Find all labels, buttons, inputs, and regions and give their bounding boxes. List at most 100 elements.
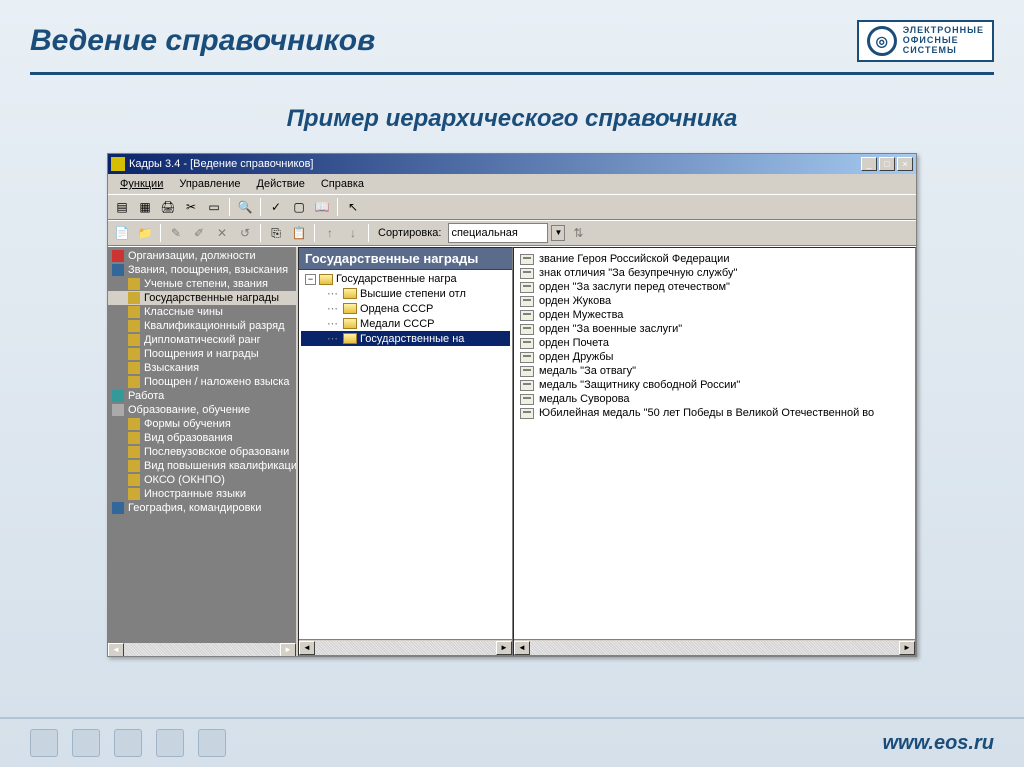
list-item[interactable]: орден "За военные заслуги" — [518, 322, 911, 336]
subtree-item-label: Высшие степени отл — [360, 288, 466, 300]
tree-node-label: Образование, обучение — [128, 404, 250, 416]
subtree-item[interactable]: ⋯Ордена СССР — [301, 301, 510, 316]
tool-up-icon[interactable]: ↑ — [320, 223, 340, 243]
menu-functions[interactable]: Функции — [112, 176, 171, 192]
tool-newfolder-icon[interactable]: 📁 — [135, 223, 155, 243]
tree-node-icon — [112, 264, 124, 276]
tool-down-icon[interactable]: ↓ — [343, 223, 363, 243]
tool-delete-icon[interactable]: ✕ — [212, 223, 232, 243]
category-tree-item[interactable]: География, командировки — [108, 501, 296, 515]
subtree-item[interactable]: ⋯ Высшие степени отл — [301, 286, 510, 301]
tool-book-icon[interactable]: 📖 — [312, 197, 332, 217]
category-tree-item[interactable]: Взыскания — [108, 361, 296, 375]
list-item[interactable]: орден "За заслуги перед отечеством" — [518, 280, 911, 294]
list-item[interactable]: орден Мужества — [518, 308, 911, 322]
expand-toggle-icon[interactable]: − — [305, 274, 316, 285]
middle-hscrollbar[interactable]: ◄► — [299, 639, 512, 655]
tree-node-icon — [128, 418, 140, 430]
footer-url: www.eos.ru — [882, 732, 994, 755]
tool-card-icon[interactable]: ▦ — [135, 197, 155, 217]
document-icon — [520, 394, 534, 405]
sort-combo[interactable]: специальная — [448, 223, 548, 243]
tool-edit2-icon[interactable]: ✐ — [189, 223, 209, 243]
tool-search-icon[interactable]: 🔍 — [235, 197, 255, 217]
category-tree-item[interactable]: Послевузовское образовани — [108, 445, 296, 459]
list-item[interactable]: медаль Суворова — [518, 392, 911, 406]
minimize-button[interactable]: _ — [861, 157, 877, 171]
logo-spiral-icon: ◎ — [867, 26, 897, 56]
tool-check-icon[interactable]: ✓ — [266, 197, 286, 217]
tool-restore-icon[interactable]: ↺ — [235, 223, 255, 243]
category-tree-item[interactable]: Иностранные языки — [108, 487, 296, 501]
tool-pointer-icon[interactable]: ↖ — [343, 197, 363, 217]
list-item[interactable]: знак отличия "За безупречную службу" — [518, 266, 911, 280]
logo: ◎ ЭЛЕКТРОННЫЕ ОФИСНЫЕ СИСТЕМЫ — [857, 20, 994, 62]
category-tree-item[interactable]: Вид образования — [108, 431, 296, 445]
list-item[interactable]: орден Дружбы — [518, 350, 911, 364]
footer-icon — [156, 729, 184, 757]
document-icon — [520, 366, 534, 377]
sort-label: Сортировка: — [378, 227, 441, 239]
tree-node-icon — [112, 390, 124, 402]
category-tree-item[interactable]: Классные чины — [108, 305, 296, 319]
titlebar[interactable]: Кадры 3.4 - [Ведение справочников] _ □ × — [108, 154, 916, 174]
close-button[interactable]: × — [897, 157, 913, 171]
maximize-button[interactable]: □ — [879, 157, 895, 171]
category-tree-item[interactable]: Государственные награды — [108, 291, 296, 305]
category-tree-item[interactable]: Образование, обучение — [108, 403, 296, 417]
list-item[interactable]: медаль "За отвагу" — [518, 364, 911, 378]
category-tree-item[interactable]: Работа — [108, 389, 296, 403]
document-icon — [520, 324, 534, 335]
tree-connector-icon: ⋯ — [327, 287, 338, 300]
tree-node-label: ОКСО (ОКНПО) — [144, 474, 225, 486]
slide-subtitle: Пример иерархического справочника — [0, 105, 1024, 133]
menu-help[interactable]: Справка — [313, 176, 372, 192]
tree-node-icon — [128, 432, 140, 444]
list-item[interactable]: орден Жукова — [518, 294, 911, 308]
tree-node-label: Классные чины — [144, 306, 223, 318]
tool-print-icon[interactable]: 🖨 — [158, 197, 178, 217]
category-tree-item[interactable]: ОКСО (ОКНПО) — [108, 473, 296, 487]
tool-list-icon[interactable]: ▤ — [112, 197, 132, 217]
tool-copy-icon[interactable]: ⎘ — [266, 223, 286, 243]
right-hscrollbar[interactable]: ◄► — [514, 639, 915, 655]
footer-icon — [114, 729, 142, 757]
folder-icon — [343, 318, 357, 329]
category-tree-pane: Организации, должностиЗвания, поощрения,… — [108, 247, 298, 656]
list-item[interactable]: орден Почета — [518, 336, 911, 350]
list-item[interactable]: медаль "Защитнику свободной России" — [518, 378, 911, 392]
tree-node-label: Формы обучения — [144, 418, 231, 430]
combo-arrow-icon[interactable]: ▼ — [551, 225, 565, 241]
category-tree-item[interactable]: Организации, должности — [108, 249, 296, 263]
category-tree-item[interactable]: Ученые степени, звания — [108, 277, 296, 291]
tool-edit-icon[interactable]: ✎ — [166, 223, 186, 243]
tool-doc-icon[interactable]: ▢ — [289, 197, 309, 217]
category-tree-item[interactable]: Вид повышения квалификаци — [108, 459, 296, 473]
category-tree-item[interactable]: Формы обучения — [108, 417, 296, 431]
list-item[interactable]: Юбилейная медаль "50 лет Победы в Велико… — [518, 406, 911, 420]
tool-apply-sort-icon[interactable]: ⇅ — [568, 223, 588, 243]
tool-new-icon[interactable]: 📄 — [112, 223, 132, 243]
category-tree-item[interactable]: Поощрен / наложено взыска — [108, 375, 296, 389]
menu-action[interactable]: Действие — [249, 176, 313, 192]
tree-node-label: Взыскания — [144, 362, 199, 374]
tree-node-icon — [128, 334, 140, 346]
footer-icon-row — [30, 729, 226, 757]
tree-node-icon — [128, 278, 140, 290]
category-tree-item[interactable]: Поощрения и награды — [108, 347, 296, 361]
category-tree-item[interactable]: Дипломатический ранг — [108, 333, 296, 347]
subtree-item[interactable]: −Государственные награ — [301, 272, 510, 286]
left-hscrollbar[interactable]: ◄► — [108, 642, 296, 656]
tool-cut-icon[interactable]: ✂ — [181, 197, 201, 217]
category-tree-item[interactable]: Квалификационный разряд — [108, 319, 296, 333]
tool-paste-icon[interactable]: 📋 — [289, 223, 309, 243]
tree-node-label: Вид образования — [144, 432, 233, 444]
subtree-item[interactable]: ⋯Медали СССР — [301, 316, 510, 331]
subtree-item-label: Медали СССР — [360, 318, 435, 330]
subtree-item[interactable]: ⋯Государственные на — [301, 331, 510, 346]
menu-management[interactable]: Управление — [171, 176, 248, 192]
tree-node-label: Работа — [128, 390, 164, 402]
category-tree-item[interactable]: Звания, поощрения, взыскания — [108, 263, 296, 277]
list-item[interactable]: звание Героя Российской Федерации — [518, 252, 911, 266]
tool-tv-icon[interactable]: ▭ — [204, 197, 224, 217]
